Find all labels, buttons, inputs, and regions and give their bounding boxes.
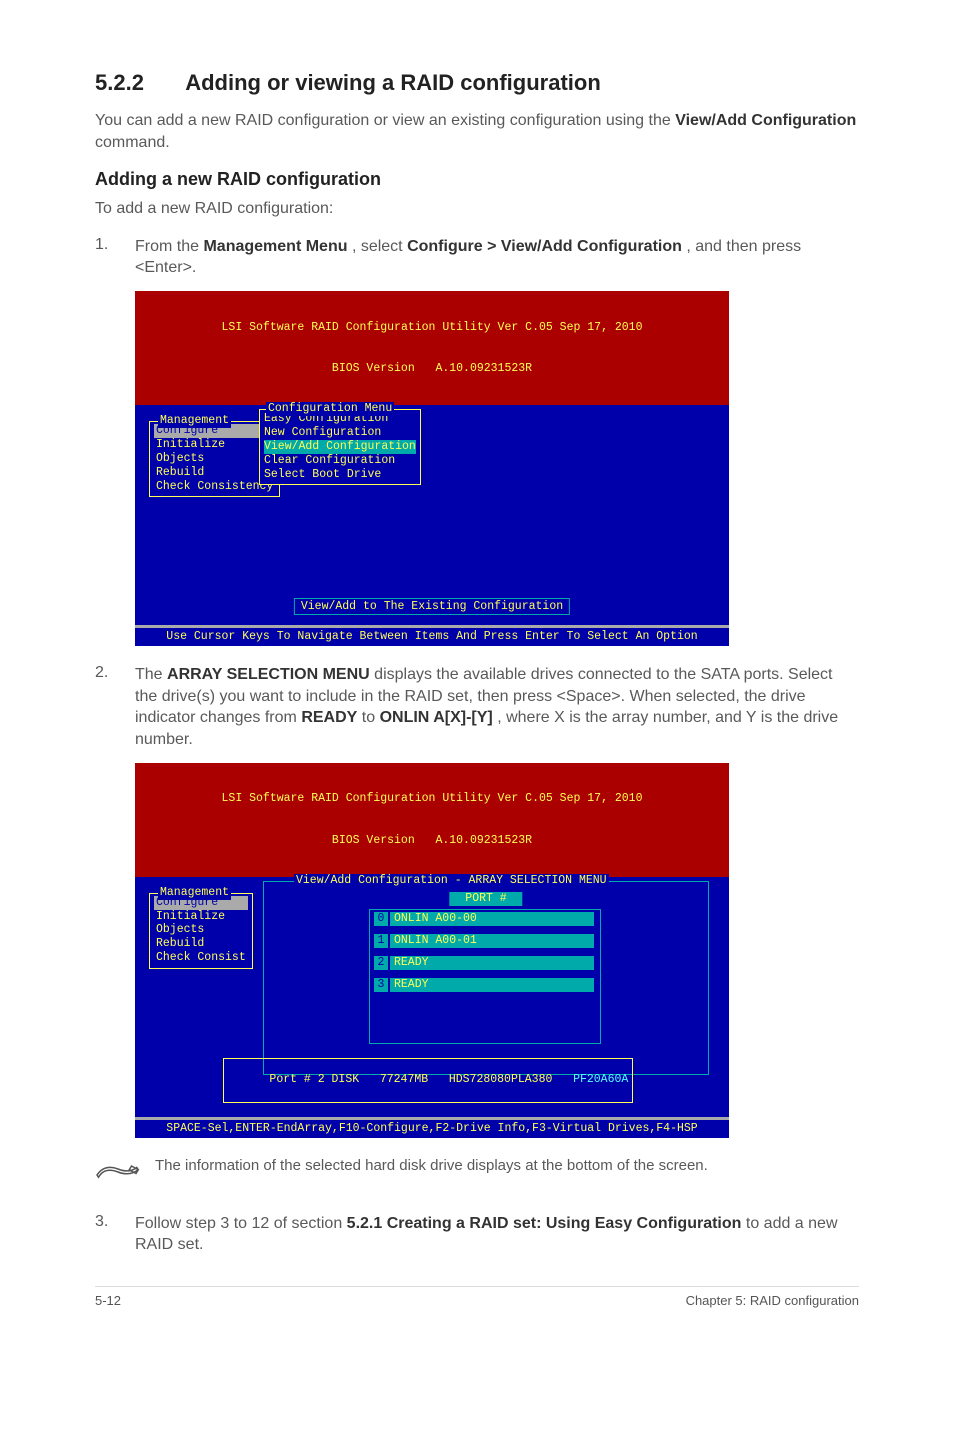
bios-help-bar: SPACE-Sel,ENTER-EndArray,F10-Configure,F… xyxy=(135,1117,729,1138)
intro-paragraph: You can add a new RAID configuration or … xyxy=(95,110,859,153)
conf-item-clear[interactable]: Clear Configuration xyxy=(264,454,416,468)
step-bold: READY xyxy=(301,709,357,726)
step-3: 3. Follow step 3 to 12 of section 5.2.1 … xyxy=(95,1213,859,1256)
management-menu-title: Management xyxy=(158,414,231,428)
bios-main-area: Management Configure Initialize Objects … xyxy=(135,877,729,1117)
mgmt-item-initialize[interactable]: Initialize xyxy=(154,438,275,452)
mgmt-item-rebuild[interactable]: Rebuild xyxy=(154,466,275,480)
section-title: Adding or viewing a RAID configuration xyxy=(185,70,601,95)
configuration-menu[interactable]: Configuration Menu Easy Configuration Ne… xyxy=(259,409,421,485)
conf-item-view-add[interactable]: View/Add Configuration xyxy=(264,440,416,454)
drive-status: ONLIN A00-01 xyxy=(394,934,486,948)
subheading: Adding a new RAID configuration xyxy=(95,169,859,190)
step-text: From the xyxy=(135,238,203,255)
drive-list-border xyxy=(369,909,601,1044)
step-text: Follow step 3 to 12 of section xyxy=(135,1215,347,1232)
step-2: 2. The ARRAY SELECTION MENU displays the… xyxy=(95,664,859,750)
step-text: to xyxy=(362,709,380,726)
step-number: 3. xyxy=(95,1213,135,1256)
mgmt-item-check-consist[interactable]: Check Consist xyxy=(154,951,248,965)
drive-slot: 3 xyxy=(374,978,388,992)
mgmt-item-objects[interactable]: Objects xyxy=(154,923,248,937)
subheading-body: To add a new RAID configuration: xyxy=(95,198,859,220)
port-header: PORT # xyxy=(449,892,522,906)
intro-pre: You can add a new RAID configuration or … xyxy=(95,112,675,129)
bios-title-line1: LSI Software RAID Configuration Utility … xyxy=(135,792,729,806)
bios-title-line2: BIOS Version A.10.09231523R xyxy=(135,834,729,848)
drive-status: READY xyxy=(394,978,486,992)
bios-title-line1: LSI Software RAID Configuration Utility … xyxy=(135,321,729,335)
step-text: , select xyxy=(352,238,407,255)
step-bold: Management Menu xyxy=(203,238,347,255)
array-selection-title: View/Add Configuration - ARRAY SELECTION… xyxy=(294,874,609,888)
step-bold: ARRAY SELECTION MENU xyxy=(167,666,370,683)
page-footer: 5-12 Chapter 5: RAID configuration xyxy=(95,1286,859,1308)
prompt-box: View/Add to The Existing Configuration xyxy=(294,598,570,616)
drive-slot: 2 xyxy=(374,956,388,970)
drive-row[interactable]: 1 ONLIN A00-01 xyxy=(374,934,594,948)
drive-info-highlight: PF20A60A xyxy=(573,1073,628,1086)
footer-page-number: 5-12 xyxy=(95,1293,121,1308)
mgmt-item-check-consistency[interactable]: Check Consistency xyxy=(154,480,275,494)
step-number: 2. xyxy=(95,664,135,750)
mgmt-item-rebuild[interactable]: Rebuild xyxy=(154,937,248,951)
step-text: The xyxy=(135,666,167,683)
bios-title-bar: LSI Software RAID Configuration Utility … xyxy=(135,763,729,877)
section-heading: 5.2.2 Adding or viewing a RAID configura… xyxy=(95,70,859,96)
step-bold: ONLIN A[X]-[Y] xyxy=(380,709,493,726)
pencil-icon xyxy=(95,1156,155,1195)
footer-chapter: Chapter 5: RAID configuration xyxy=(686,1293,859,1308)
conf-item-new[interactable]: New Configuration xyxy=(264,426,416,440)
drive-row[interactable]: 3 READY xyxy=(374,978,594,992)
drive-bar xyxy=(486,956,590,970)
step-bold: 5.2.1 Creating a RAID set: Using Easy Co… xyxy=(347,1215,742,1232)
array-selection-panel: View/Add Configuration - ARRAY SELECTION… xyxy=(263,881,709,1075)
mgmt-item-initialize[interactable]: Initialize xyxy=(154,910,248,924)
drive-bar xyxy=(486,978,590,992)
drive-status: READY xyxy=(394,956,486,970)
bios-title-bar: LSI Software RAID Configuration Utility … xyxy=(135,291,729,405)
drive-info-text: Port # 2 DISK 77247MB HDS728080PLA380 xyxy=(269,1073,573,1086)
note-block: The information of the selected hard dis… xyxy=(95,1156,859,1195)
drive-status: ONLIN A00-00 xyxy=(394,912,486,926)
drive-row[interactable]: 0 ONLIN A00-00 xyxy=(374,912,594,926)
step-1: 1. From the Management Menu , select Con… xyxy=(95,236,859,279)
drive-bar xyxy=(486,934,590,948)
intro-tail: command. xyxy=(95,134,170,151)
bios-screenshot-1: LSI Software RAID Configuration Utility … xyxy=(135,291,729,646)
mgmt-item-objects[interactable]: Objects xyxy=(154,452,275,466)
drive-slot: 1 xyxy=(374,934,388,948)
step-number: 1. xyxy=(95,236,135,279)
drive-slot: 0 xyxy=(374,912,388,926)
configuration-menu-title: Configuration Menu xyxy=(266,402,394,416)
section-number: 5.2.2 xyxy=(95,70,144,96)
bios-title-line2: BIOS Version A.10.09231523R xyxy=(135,362,729,376)
step-bold: Configure > View/Add Configuration xyxy=(407,238,682,255)
bios-main-area: Management Configure Initialize Objects … xyxy=(135,405,729,625)
drive-bar xyxy=(486,912,590,926)
conf-item-boot[interactable]: Select Boot Drive xyxy=(264,468,416,482)
management-menu[interactable]: Management Configure Initialize Objects … xyxy=(149,893,253,969)
bios-screenshot-2: LSI Software RAID Configuration Utility … xyxy=(135,763,729,1138)
management-menu-title: Management xyxy=(158,886,231,900)
drive-row[interactable]: 2 READY xyxy=(374,956,594,970)
drive-info-bar: Port # 2 DISK 77247MB HDS728080PLA380 PF… xyxy=(223,1058,633,1103)
note-text: The information of the selected hard dis… xyxy=(155,1156,708,1176)
intro-bold: View/Add Configuration xyxy=(675,112,856,129)
bios-help-bar: Use Cursor Keys To Navigate Between Item… xyxy=(135,625,729,646)
